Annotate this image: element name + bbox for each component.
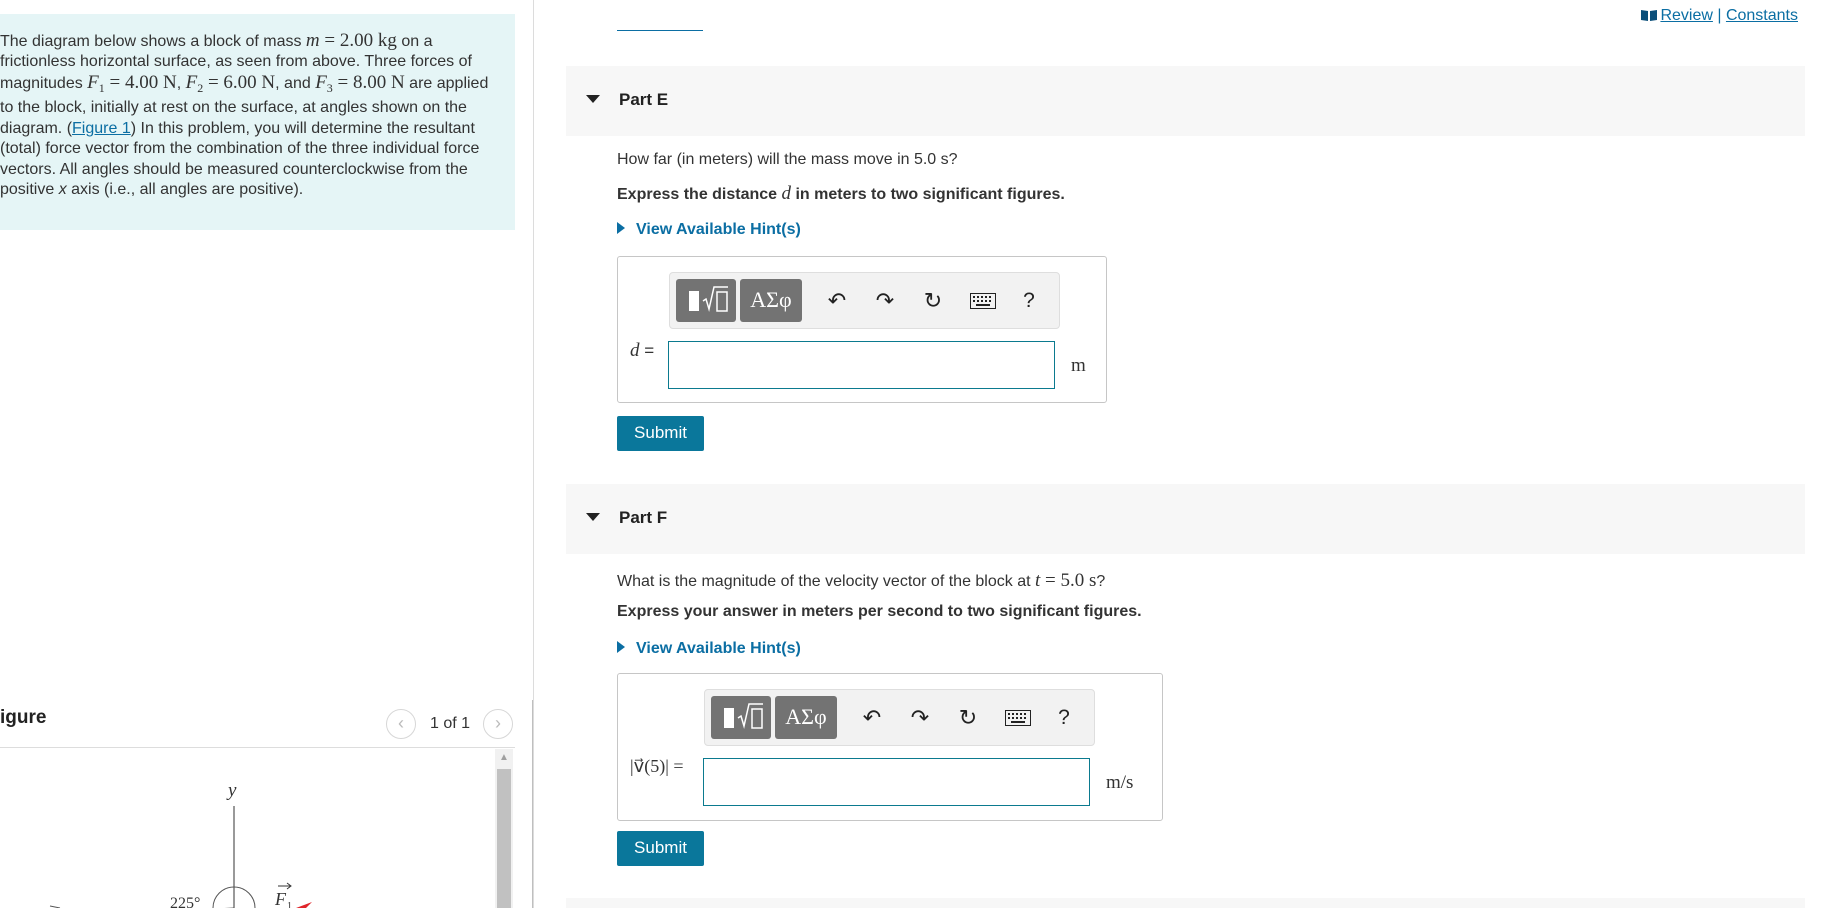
figure-prev-button[interactable]: ‹ <box>386 709 416 739</box>
velocity-answer-input[interactable] <box>703 758 1090 806</box>
part-f-hint-toggle[interactable]: View Available Hint(s) <box>617 640 801 658</box>
constants-link[interactable]: Constants <box>1726 7 1798 24</box>
mass-symbol: m <box>305 30 320 51</box>
help-button[interactable]: ? <box>1015 287 1043 315</box>
y-axis-label: y <box>226 780 237 801</box>
question-text: What is the magnitude of the velocity ve… <box>617 573 1035 590</box>
templates-icon <box>689 286 728 312</box>
figure-1-link[interactable]: Figure 1 <box>72 120 131 137</box>
templates-icon <box>724 703 763 729</box>
intro-text: , <box>176 74 186 92</box>
keyboard-glyph <box>1005 710 1031 726</box>
keyboard-icon[interactable] <box>969 287 997 315</box>
part-f-header[interactable]: Part F <box>566 484 1805 554</box>
intro-text: The diagram below shows a block of mass <box>0 33 306 50</box>
redo-icon[interactable]: ↷ <box>871 287 899 315</box>
top-underline <box>617 30 703 31</box>
part-e-instruction: Express the distance d in meters to two … <box>617 183 1065 205</box>
distance-answer-input[interactable] <box>668 341 1055 389</box>
part-e-answer-box: ΑΣφ ↶ ↷ ↻ ? d = m <box>617 256 1107 403</box>
part-e-question: How far (in meters) will the mass move i… <box>617 151 958 168</box>
f1-value: = 4.00 N <box>104 71 177 93</box>
hint-caret-icon <box>617 641 625 653</box>
figure-scrollbar[interactable]: ▲ <box>495 749 513 908</box>
intro-text: , and <box>275 74 316 92</box>
math-toolbar: ΑΣφ ↶ ↷ ↻ ? <box>669 272 1060 329</box>
figure-counter: 1 of 1 <box>430 715 471 732</box>
figure-heading: igure <box>0 707 47 728</box>
force-diagram: y 225° F 1 <box>49 780 312 908</box>
left-panel: The diagram below shows a block of mass … <box>0 0 535 908</box>
hint-label: View Available Hint(s) <box>636 640 801 657</box>
scroll-up-arrow-icon[interactable]: ▲ <box>495 749 513 767</box>
distance-variable: d <box>781 183 792 204</box>
velocity-label: |v⃗(5)| = <box>630 756 684 776</box>
collapse-caret-icon[interactable] <box>586 95 600 103</box>
f1-symbol: F <box>87 71 99 93</box>
part-f-question: What is the magnitude of the velocity ve… <box>617 570 1105 592</box>
help-button[interactable]: ? <box>1050 704 1078 732</box>
templates-button[interactable] <box>676 279 736 322</box>
f1-arrow-head <box>296 902 312 908</box>
part-e-title: Part E <box>619 90 669 109</box>
f1-vector-subscript: 1 <box>287 901 292 908</box>
figure-next-button[interactable]: › <box>483 709 513 739</box>
x-axis-label: x <box>58 181 67 199</box>
d-variable: d <box>630 340 640 361</box>
f2-symbol: F <box>185 71 198 93</box>
question-mark: ? <box>1096 573 1106 590</box>
math-toolbar: ΑΣφ ↶ ↷ ↻ ? <box>704 689 1095 746</box>
part-f-submit-button[interactable]: Submit <box>617 831 704 866</box>
meters-unit: m <box>1071 355 1086 376</box>
part-f-answer-box: ΑΣφ ↶ ↷ ↻ ? |v⃗(5)| = m/s <box>617 673 1163 821</box>
part-f-instruction: Express your answer in meters per second… <box>617 603 1142 620</box>
f3-value: = 8.00 N <box>332 71 405 93</box>
top-links: Review | Constants <box>1641 7 1798 25</box>
angle-label: 225° <box>170 895 200 908</box>
f2-value: = 6.00 N <box>203 71 276 93</box>
greek-symbols-button[interactable]: ΑΣφ <box>775 696 837 739</box>
keyboard-icon[interactable] <box>1004 704 1032 732</box>
redo-icon[interactable]: ↷ <box>906 704 934 732</box>
part-f-title: Part F <box>619 508 668 527</box>
keyboard-glyph <box>970 293 996 309</box>
reset-icon[interactable]: ↻ <box>919 287 947 315</box>
collapse-caret-icon[interactable] <box>586 513 600 521</box>
problem-intro: The diagram below shows a block of mass … <box>0 14 515 230</box>
d-label: d = <box>630 340 654 362</box>
f3-symbol: F <box>315 71 327 93</box>
instruction-text: in meters to two significant figures. <box>791 186 1065 203</box>
panel-divider-dark <box>532 700 533 908</box>
equals-sign: = <box>639 341 655 360</box>
f1-vector-label: F <box>274 889 287 908</box>
meters-per-second-unit: m/s <box>1106 772 1134 793</box>
instruction-text: Express the distance <box>617 186 782 203</box>
intro-paragraph: The diagram below shows a block of mass … <box>0 30 490 200</box>
greek-symbols-button[interactable]: ΑΣφ <box>740 279 802 322</box>
part-e-hint-toggle[interactable]: View Available Hint(s) <box>617 221 801 239</box>
templates-button[interactable] <box>711 696 771 739</box>
mass-value: = 2.00 kg <box>319 30 397 51</box>
panel-divider <box>533 0 534 908</box>
next-part-header <box>566 898 1805 908</box>
time-value: = 5.0 s <box>1040 570 1097 591</box>
undo-icon[interactable]: ↶ <box>858 704 886 732</box>
book-icon <box>1641 10 1658 21</box>
intro-text: axis (i.e., all angles are positive). <box>66 181 304 199</box>
hint-label: View Available Hint(s) <box>636 221 801 238</box>
part-e-header[interactable]: Part E <box>566 66 1805 136</box>
link-separator: | <box>1712 7 1726 24</box>
reset-icon[interactable]: ↻ <box>954 704 982 732</box>
hint-caret-icon <box>617 222 625 234</box>
part-e-submit-button[interactable]: Submit <box>617 416 704 451</box>
scroll-thumb[interactable] <box>497 769 511 908</box>
undo-icon[interactable]: ↶ <box>823 287 851 315</box>
review-link[interactable]: Review <box>1660 7 1712 24</box>
